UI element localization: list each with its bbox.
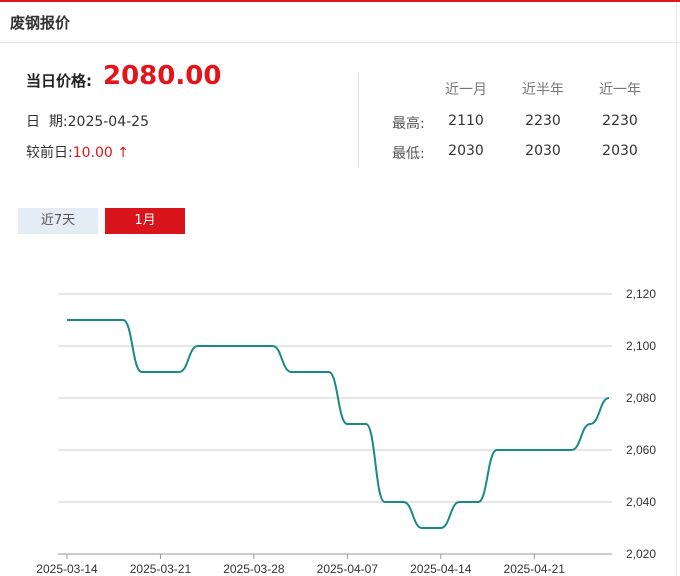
y-tick-label: 2,120 bbox=[626, 287, 656, 301]
y-tick-label: 2,080 bbox=[626, 391, 656, 405]
tab-1-month[interactable]: 1月 bbox=[105, 208, 185, 234]
tab-7-days[interactable]: 近7天 bbox=[18, 208, 98, 234]
date-label: 日 期: bbox=[26, 114, 68, 130]
date-value: 2025-04-25 bbox=[67, 114, 149, 130]
stat-low-month: 2030 bbox=[448, 143, 484, 159]
stat-col-year: 近一年 bbox=[599, 82, 641, 98]
change-row: 较前日:10.00 ↑ bbox=[26, 142, 129, 162]
y-tick-label: 2,100 bbox=[626, 339, 656, 353]
y-tick-label: 2,040 bbox=[626, 495, 656, 509]
change-value: 10.00 bbox=[72, 145, 113, 161]
price-line-chart: 2,020 2,040 2,060 2,080 2,100 2,120 2025-03-14… bbox=[36, 287, 656, 576]
stat-high-year: 2230 bbox=[602, 113, 638, 129]
x-tick-label: 2025-03-21 bbox=[130, 562, 192, 576]
change-label: 较前日: bbox=[26, 145, 73, 161]
price-value: 2080.00 bbox=[103, 61, 222, 91]
date-row: 日 期:2025-04-25 bbox=[26, 111, 149, 131]
series-line bbox=[67, 319, 610, 529]
stat-high-half-year: 2230 bbox=[525, 113, 561, 129]
stat-low-year: 2030 bbox=[602, 143, 638, 159]
price-label: 当日价格: bbox=[26, 72, 92, 90]
change-up-arrow-icon: ↑ bbox=[117, 145, 129, 161]
stat-col-half-year: 近半年 bbox=[522, 82, 564, 98]
stat-row-low-label: 最低: bbox=[392, 146, 425, 162]
x-tick-label: 2025-04-14 bbox=[410, 562, 472, 576]
y-tick-label: 2,060 bbox=[626, 443, 656, 457]
summary-divider bbox=[358, 72, 359, 168]
x-tick-label: 2025-04-07 bbox=[317, 562, 379, 576]
x-tick-label: 2025-03-28 bbox=[223, 562, 285, 576]
stat-col-month: 近一月 bbox=[445, 82, 487, 98]
x-tick-label: 2025-03-14 bbox=[36, 562, 98, 576]
stat-row-high-label: 最高: bbox=[392, 116, 425, 132]
x-tick-label: 2025-04-21 bbox=[504, 562, 566, 576]
panel-title: 废钢报价 bbox=[10, 14, 71, 32]
y-tick-label: 2,020 bbox=[626, 547, 656, 561]
panel-header: 废钢报价 bbox=[0, 2, 680, 43]
stat-high-month: 2110 bbox=[448, 113, 484, 129]
stat-low-half-year: 2030 bbox=[525, 143, 561, 159]
